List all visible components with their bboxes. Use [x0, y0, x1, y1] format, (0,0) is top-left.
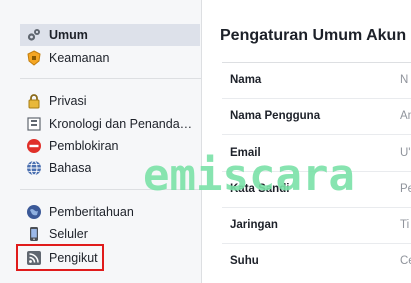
- row-label: Nama: [230, 74, 262, 86]
- row-value: Ti: [400, 219, 410, 231]
- row-label: Kata Sandi: [230, 183, 290, 195]
- row-value: An: [400, 110, 411, 122]
- row-value: U': [400, 147, 411, 159]
- sidebar-item-label: Pengikut: [49, 251, 98, 265]
- globe-icon: [26, 160, 42, 176]
- sidebar-item-privasi[interactable]: Privasi: [20, 90, 200, 112]
- settings-row-email[interactable]: Email U': [222, 136, 411, 172]
- sidebar-divider: [20, 78, 201, 79]
- settings-page: Umum Keamanan Privasi Kronologi dan Pena…: [0, 0, 411, 283]
- general-settings-panel: Pengaturan Umum Akun Nama N Nama Penggun…: [202, 0, 411, 283]
- sidebar-item-label: Pemberitahuan: [49, 205, 134, 219]
- sidebar-item-kronologi[interactable]: Kronologi dan Penanda…: [20, 113, 200, 135]
- sidebar-item-bahasa[interactable]: Bahasa: [20, 157, 200, 179]
- page-title: Pengaturan Umum Akun: [220, 27, 407, 44]
- timeline-icon: [26, 116, 42, 132]
- globe-notification-icon: [26, 204, 42, 220]
- row-value: N: [400, 74, 409, 86]
- sidebar-item-label: Seluler: [49, 227, 88, 241]
- row-label: Suhu: [230, 255, 259, 267]
- sidebar-item-label: Privasi: [49, 94, 87, 108]
- settings-row-kata-sandi[interactable]: Kata Sandi Pe: [222, 172, 411, 208]
- settings-row-suhu[interactable]: Suhu Ce: [222, 244, 411, 280]
- row-label: Nama Pengguna: [230, 110, 321, 122]
- padlock-icon: [26, 93, 42, 109]
- sidebar-item-umum[interactable]: Umum: [20, 24, 200, 46]
- row-value: Ce: [400, 255, 411, 267]
- mobile-phone-icon: [26, 226, 42, 242]
- settings-sidebar: Umum Keamanan Privasi Kronologi dan Pena…: [0, 0, 202, 283]
- sidebar-item-label: Pemblokiran: [49, 139, 119, 153]
- sidebar-item-label: Kronologi dan Penanda…: [49, 117, 193, 131]
- block-icon: [26, 138, 42, 154]
- settings-row-nama[interactable]: Nama N: [222, 63, 411, 99]
- sidebar-item-label: Umum: [49, 28, 88, 42]
- sidebar-item-keamanan[interactable]: Keamanan: [20, 47, 200, 69]
- gears-icon: [26, 27, 42, 43]
- sidebar-item-label: Bahasa: [49, 161, 92, 175]
- sidebar-item-pemberitahuan[interactable]: Pemberitahuan: [20, 201, 200, 223]
- settings-row-jaringan[interactable]: Jaringan Ti: [222, 208, 411, 244]
- sidebar-item-pemblokiran[interactable]: Pemblokiran: [20, 135, 200, 157]
- row-value: Pe: [400, 183, 411, 195]
- row-label: Jaringan: [230, 219, 278, 231]
- sidebar-item-seluler[interactable]: Seluler: [20, 223, 200, 245]
- sidebar-divider: [20, 189, 201, 190]
- rss-icon: [26, 250, 42, 266]
- sidebar-item-label: Keamanan: [49, 51, 110, 65]
- sidebar-item-pengikut[interactable]: Pengikut: [20, 247, 200, 269]
- row-label: Email: [230, 147, 261, 159]
- settings-row-nama-pengguna[interactable]: Nama Pengguna An: [222, 99, 411, 135]
- shield-badge-icon: [26, 50, 42, 66]
